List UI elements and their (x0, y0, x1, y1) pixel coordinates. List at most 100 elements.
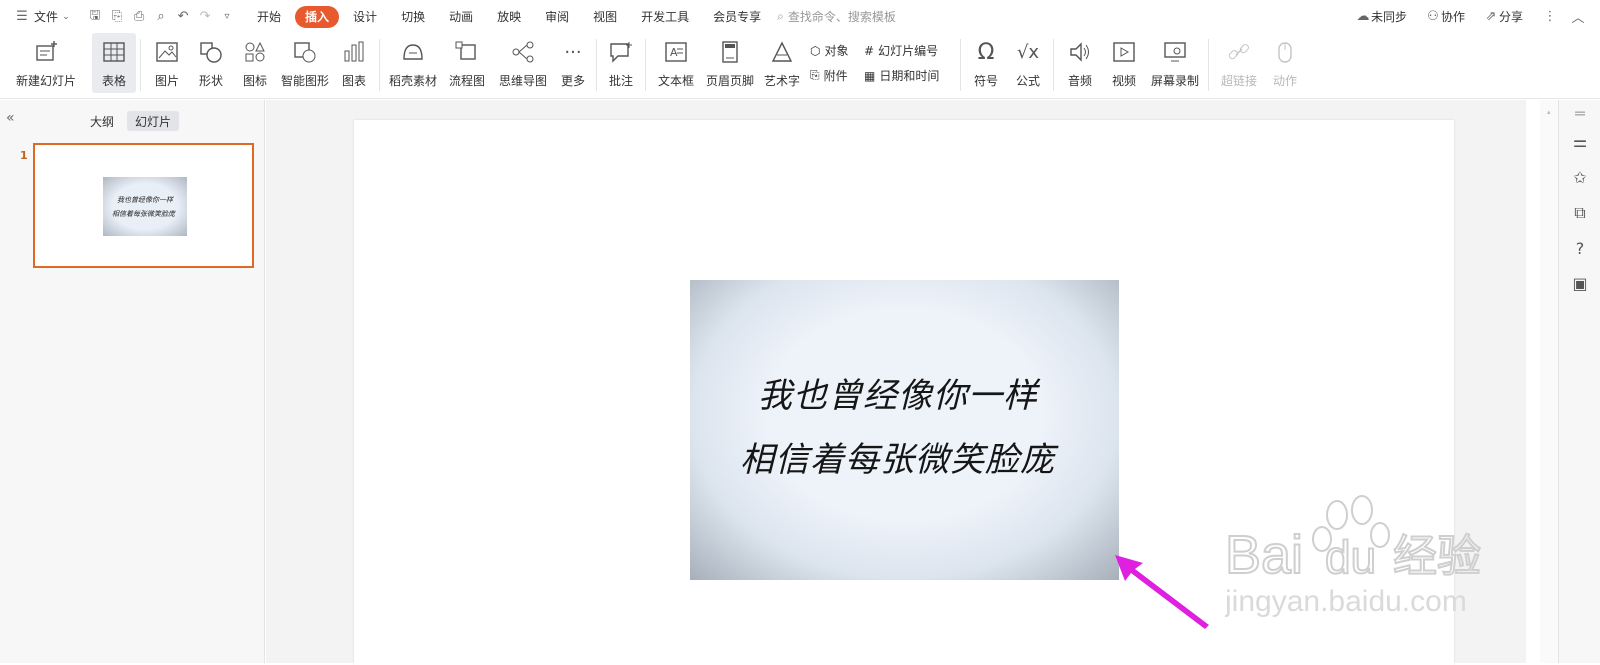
format-painter-icon[interactable]: ⎘ (109, 9, 125, 25)
table-label: 表格 (101, 74, 126, 88)
undo-icon[interactable]: ↶ (175, 9, 191, 25)
comment-button[interactable]: 批注 (601, 33, 641, 93)
baidu-logo-text: Bai (1225, 525, 1303, 585)
command-search[interactable]: ⌕ 查找命令、搜索模板 (777, 8, 896, 25)
tab-insert[interactable]: 插入 (295, 5, 340, 28)
icon-button[interactable]: 图标 (233, 33, 277, 93)
save-icon[interactable]: 🖫 (87, 8, 103, 25)
user-add-icon: ⚇ (1427, 9, 1439, 24)
tab-slides[interactable]: 幻灯片 (127, 111, 180, 131)
video-label: 视频 (1111, 74, 1136, 88)
pin-icon[interactable]: ✩ (1571, 168, 1589, 187)
tab-animations[interactable]: 动画 (439, 6, 483, 28)
file-menu[interactable]: ☰ 文件 ⌄ (0, 5, 81, 29)
tab-slideshow[interactable]: 放映 (487, 6, 531, 28)
scroll-up-icon[interactable]: ▴ (1547, 108, 1552, 116)
share-button[interactable]: ⇗ 分享 (1476, 5, 1530, 29)
tab-home[interactable]: 开始 (247, 6, 291, 28)
collab-button[interactable]: ⚇ 协作 (1418, 5, 1472, 29)
handwriting-picture[interactable]: 我也曾经像你一样 相信着每张微笑脸庞 (690, 280, 1119, 580)
slide-number-button[interactable]: # 幻灯片编号 (864, 42, 956, 59)
audio-button[interactable]: 音频 (1058, 33, 1102, 93)
icon-label: 图标 (242, 74, 267, 88)
shell-material-button[interactable]: 稻壳素材 (384, 33, 442, 93)
collapse-panel-icon[interactable]: « (6, 110, 15, 126)
slide-thumbnail[interactable]: 我也曾经像你一样 相信着每张微笑脸庞 (33, 143, 254, 268)
vertical-scrollbar[interactable]: ▴ (1540, 100, 1558, 663)
object-button[interactable]: ⬡ 对象 (810, 42, 864, 59)
textbox-button[interactable]: A 文本框 (650, 33, 702, 93)
ribbon-divider (1208, 39, 1209, 91)
date-time-button[interactable]: ▦ 日期和时间 (864, 67, 956, 84)
video-icon (1111, 39, 1137, 65)
chevron-down-icon: ⌄ (62, 11, 70, 22)
attachment-button[interactable]: ⎘ 附件 (810, 67, 864, 84)
handwriting-line1: 我也曾经像你一样 (758, 376, 1038, 416)
baidu-watermark: Bai du 经验 jingyan.baidu.com (1225, 495, 1482, 618)
object-label: 对象 (824, 44, 849, 58)
chart-button[interactable]: 图表 (333, 33, 375, 93)
wordart-button[interactable]: 艺术字 (758, 33, 806, 93)
speaker-icon (1067, 39, 1093, 65)
properties-icon[interactable]: ⚌ (1571, 132, 1589, 151)
header-footer-button[interactable]: 页眉页脚 (702, 33, 758, 93)
sync-status[interactable]: ☁ 未同步 (1348, 5, 1414, 29)
audio-label: 音频 (1067, 74, 1092, 88)
tab-developer[interactable]: 开发工具 (631, 6, 699, 28)
help-icon[interactable]: ? (1571, 239, 1589, 258)
video-button[interactable]: 视频 (1102, 33, 1146, 93)
thumb-line1: 我也曾经像你一样 (117, 196, 173, 204)
smart-graphic-icon (292, 39, 318, 65)
action-button[interactable]: 动作 (1265, 33, 1305, 93)
hyperlink-label: 超链接 (1220, 74, 1257, 88)
more-label: 更多 (560, 74, 585, 88)
mindmap-icon (510, 39, 536, 65)
mindmap-label: 思维导图 (498, 74, 547, 88)
wordart-label: 艺术字 (763, 74, 800, 88)
redo-icon[interactable]: ↷ (197, 9, 213, 25)
paperclip-icon: ⎘ (810, 68, 820, 82)
symbol-button[interactable]: Ω 符号 (965, 33, 1007, 93)
tab-design[interactable]: 设计 (343, 6, 387, 28)
cloud-icon: ☁ (1356, 9, 1370, 24)
collapse-ribbon-icon[interactable]: ︿ (1570, 9, 1586, 26)
print-icon[interactable]: ⎙ (131, 9, 147, 25)
flowchart-button[interactable]: 流程图 (442, 33, 492, 93)
comment-icon (608, 39, 634, 65)
table-button[interactable]: 表格 (92, 33, 136, 93)
tab-review[interactable]: 审阅 (535, 6, 579, 28)
attachment-label: 附件 (823, 69, 848, 83)
formula-button[interactable]: √x 公式 (1007, 33, 1049, 93)
picture-button[interactable]: 图片 (145, 33, 189, 93)
more-button[interactable]: ··· 更多 (554, 33, 592, 93)
object-attachment-group: ⬡ 对象 ⎘ 附件 (810, 33, 864, 93)
chart-label: 图表 (341, 74, 366, 88)
mindmap-button[interactable]: 思维导图 (492, 33, 554, 93)
picture-label: 图片 (154, 74, 179, 88)
sidebar-grip-icon: ═ (1575, 103, 1585, 123)
screen-record-button[interactable]: 屏幕录制 (1146, 33, 1204, 93)
slide-number-group: # 幻灯片编号 ▦ 日期和时间 (864, 33, 956, 93)
calendar-icon: ▦ (864, 68, 876, 83)
smart-graphic-button[interactable]: 智能图形 (277, 33, 333, 93)
tab-view[interactable]: 视图 (583, 6, 627, 28)
shell-material-icon (400, 39, 426, 65)
print-preview-icon[interactable]: ⌕ (153, 9, 169, 25)
shape-button[interactable]: 形状 (189, 33, 233, 93)
search-icon: ⌕ (777, 9, 784, 23)
table-icon (101, 39, 127, 65)
hyperlink-button[interactable]: 超链接 (1213, 33, 1265, 93)
new-slide-icon (33, 39, 59, 65)
handwriting-line2: 相信着每张微笑脸庞 (740, 440, 1055, 480)
transform-icon[interactable]: ⧉ (1571, 203, 1589, 222)
tab-transitions[interactable]: 切换 (391, 6, 435, 28)
customize-icon[interactable]: ▿ (219, 9, 235, 25)
slide-number: 1 (20, 149, 28, 162)
tab-member[interactable]: 会员专享 (703, 6, 771, 28)
jingyan-logo-text: 经验 (1393, 531, 1481, 582)
tab-outline[interactable]: 大纲 (82, 111, 122, 131)
backup-icon[interactable]: ▣ (1571, 274, 1589, 293)
more-vertical-icon[interactable]: ⋮ (1542, 9, 1558, 25)
link-icon (1226, 39, 1252, 65)
new-slide-button[interactable]: 新建幻灯片 (0, 33, 92, 93)
